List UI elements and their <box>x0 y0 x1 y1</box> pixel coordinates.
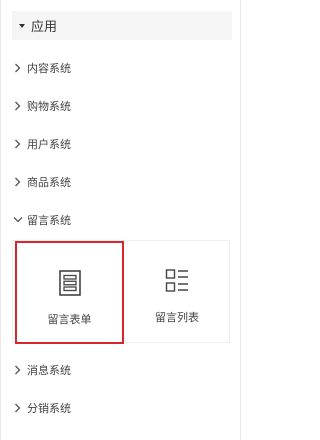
menu-item-label: 商品系统 <box>27 176 71 189</box>
chevron-right-icon <box>15 403 21 413</box>
menu-item-notification-system[interactable]: 消息系统 <box>12 360 71 380</box>
app-sidebar-panel: 应用 内容系统 购物系统 用户系统 商品系统 留言系统 留言表单 留言列表 消息… <box>0 0 241 440</box>
menu-item-product-system[interactable]: 商品系统 <box>12 172 71 192</box>
menu-item-label: 留言系统 <box>27 214 71 227</box>
chevron-right-icon <box>15 365 21 375</box>
menu-item-label: 购物系统 <box>27 100 71 113</box>
caret-down-icon <box>19 23 25 28</box>
form-icon <box>58 270 81 296</box>
message-system-cards: 留言表单 留言列表 <box>12 240 231 344</box>
card-label: 留言表单 <box>47 313 92 326</box>
menu-item-user-system[interactable]: 用户系统 <box>12 134 71 154</box>
list-icon <box>165 269 188 292</box>
menu-item-label: 消息系统 <box>27 364 71 377</box>
menu-item-label: 分销系统 <box>27 402 71 415</box>
menu-item-label: 用户系统 <box>27 138 71 151</box>
section-header-apps[interactable]: 应用 <box>12 11 232 40</box>
card-label: 留言列表 <box>155 311 199 324</box>
chevron-right-icon <box>15 177 21 187</box>
card-message-form[interactable]: 留言表单 <box>15 241 124 344</box>
menu-item-label: 内容系统 <box>27 62 71 75</box>
chevron-right-icon <box>15 139 21 149</box>
chevron-right-icon <box>15 101 21 111</box>
chevron-right-icon <box>15 63 21 73</box>
chevron-down-icon <box>13 217 23 223</box>
menu-item-shopping-system[interactable]: 购物系统 <box>12 96 71 116</box>
menu-item-content-system[interactable]: 内容系统 <box>12 58 71 78</box>
card-message-list[interactable]: 留言列表 <box>123 241 231 342</box>
section-title: 应用 <box>31 20 58 35</box>
menu-item-message-board-system[interactable]: 留言系统 <box>12 210 71 230</box>
menu-item-distribution-system[interactable]: 分销系统 <box>12 398 71 418</box>
